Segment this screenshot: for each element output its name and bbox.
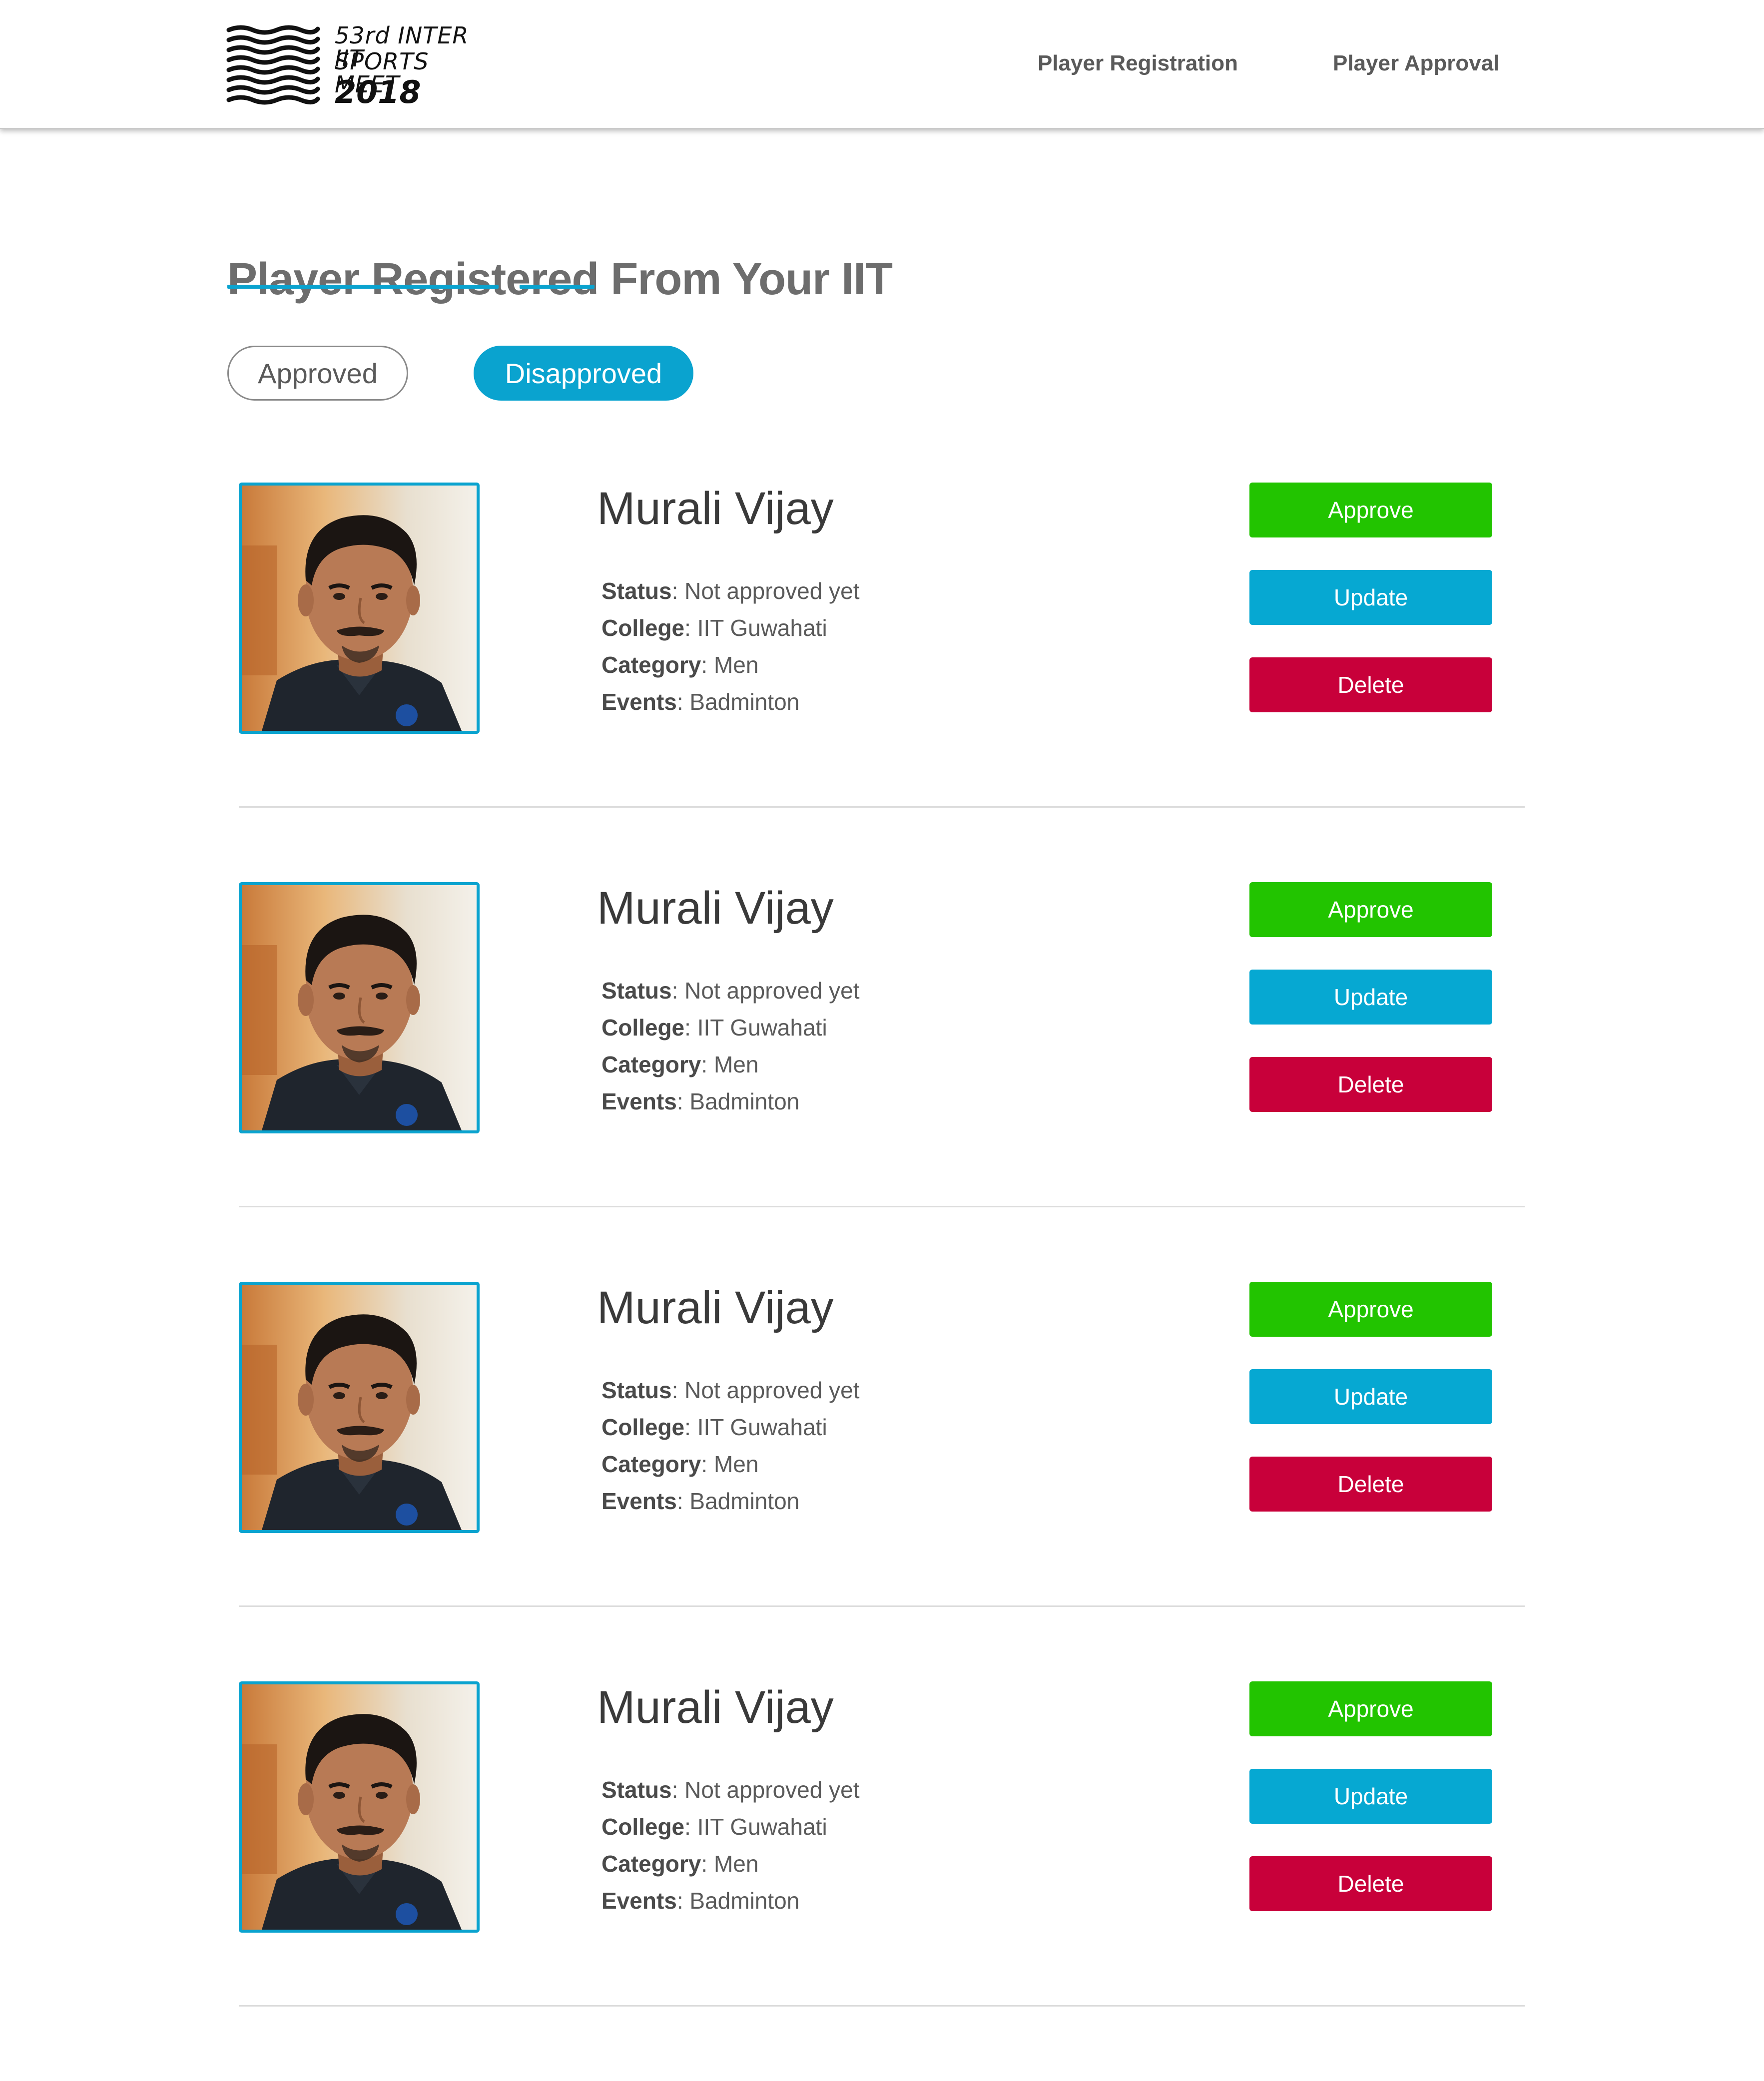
player-portrait-icon: [242, 1684, 477, 1930]
events-value: Badminton: [689, 689, 800, 715]
player-name: Murali Vijay: [597, 483, 834, 534]
player-college: College: IIT Guwahati: [601, 615, 827, 641]
card-divider: [239, 1605, 1525, 1607]
title-underline: [227, 285, 499, 289]
college-label: College: [601, 1015, 685, 1040]
player-card: Murali Vijay Status: Not approved yet Co…: [0, 1282, 1764, 1681]
player-events: Events: Badminton: [601, 1088, 800, 1114]
wave-logo-icon: [226, 25, 320, 105]
top-header: 53rd INTER IIT SPORTS MEET 2018 Player R…: [0, 0, 1764, 129]
category-value: Men: [713, 1851, 759, 1877]
events-value: Badminton: [689, 1088, 800, 1114]
college-label: College: [601, 1414, 685, 1440]
category-label: Category: [601, 1051, 701, 1077]
player-card: Murali Vijay Status: Not approved yet Co…: [0, 483, 1764, 882]
status-value: Not approved yet: [684, 578, 860, 604]
player-portrait-icon: [242, 885, 477, 1130]
approve-button[interactable]: Approve: [1249, 1282, 1492, 1337]
player-events: Events: Badminton: [601, 1888, 800, 1914]
player-college: College: IIT Guwahati: [601, 1414, 827, 1440]
player-card: Murali Vijay Status: Not approved yet Co…: [0, 1681, 1764, 2081]
status-value: Not approved yet: [684, 1377, 860, 1403]
category-value: Men: [713, 652, 759, 678]
category-value: Men: [713, 1451, 759, 1477]
update-button[interactable]: Update: [1249, 970, 1492, 1025]
status-value: Not approved yet: [684, 978, 860, 1004]
player-status: Status: Not approved yet: [601, 578, 860, 604]
player-photo: [239, 882, 480, 1133]
approve-button[interactable]: Approve: [1249, 483, 1492, 537]
events-label: Events: [601, 689, 677, 715]
card-divider: [239, 1206, 1525, 1207]
page-title: Player Registered From Your IIT: [227, 254, 893, 305]
player-category: Category: Men: [601, 652, 759, 678]
delete-button[interactable]: Delete: [1249, 1856, 1492, 1911]
events-label: Events: [601, 1488, 677, 1514]
player-card: Murali Vijay Status: Not approved yet Co…: [0, 882, 1764, 1282]
logo-text: 53rd INTER IIT SPORTS MEET 2018: [335, 24, 500, 108]
player-status: Status: Not approved yet: [601, 1777, 860, 1803]
player-portrait-icon: [242, 486, 477, 731]
college-label: College: [601, 1814, 685, 1840]
category-label: Category: [601, 652, 701, 678]
category-label: Category: [601, 1451, 701, 1477]
card-divider: [239, 806, 1525, 808]
delete-button[interactable]: Delete: [1249, 1057, 1492, 1112]
player-category: Category: Men: [601, 1851, 759, 1877]
delete-button[interactable]: Delete: [1249, 657, 1492, 712]
player-status: Status: Not approved yet: [601, 1377, 860, 1403]
player-photo: [239, 1282, 480, 1533]
nav-player-registration[interactable]: Player Registration: [1038, 51, 1238, 76]
nav-player-approval[interactable]: Player Approval: [1333, 51, 1499, 76]
status-value: Not approved yet: [684, 1777, 860, 1803]
category-value: Men: [713, 1051, 759, 1077]
player-college: College: IIT Guwahati: [601, 1814, 827, 1840]
player-status: Status: Not approved yet: [601, 978, 860, 1004]
player-name: Murali Vijay: [597, 1682, 834, 1733]
logo-line-2: SPORTS MEET: [335, 48, 429, 98]
status-label: Status: [601, 978, 672, 1004]
college-value: IIT Guwahati: [697, 1414, 827, 1440]
filter-approved-button[interactable]: Approved: [227, 346, 408, 401]
player-events: Events: Badminton: [601, 1488, 800, 1514]
college-value: IIT Guwahati: [697, 1814, 827, 1840]
approve-button[interactable]: Approve: [1249, 882, 1492, 937]
delete-button[interactable]: Delete: [1249, 1457, 1492, 1512]
events-value: Badminton: [689, 1888, 800, 1914]
logo-line-1: 53rd INTER IIT: [335, 22, 469, 72]
category-label: Category: [601, 1851, 701, 1877]
logo-line-3: 2018: [335, 74, 421, 110]
sports-meet-logo[interactable]: 53rd INTER IIT SPORTS MEET 2018: [226, 24, 496, 108]
approve-button[interactable]: Approve: [1249, 1681, 1492, 1736]
player-college: College: IIT Guwahati: [601, 1015, 827, 1040]
status-label: Status: [601, 578, 672, 604]
status-label: Status: [601, 1377, 672, 1403]
update-button[interactable]: Update: [1249, 570, 1492, 625]
player-name: Murali Vijay: [597, 883, 834, 934]
college-label: College: [601, 615, 685, 641]
filter-disapproved-button[interactable]: Disapproved: [474, 346, 693, 401]
player-photo: [239, 483, 480, 734]
player-category: Category: Men: [601, 1051, 759, 1077]
events-value: Badminton: [689, 1488, 800, 1514]
player-events: Events: Badminton: [601, 689, 800, 715]
events-label: Events: [601, 1888, 677, 1914]
player-portrait-icon: [242, 1285, 477, 1530]
player-photo: [239, 1681, 480, 1933]
card-divider: [239, 2005, 1525, 2007]
status-label: Status: [601, 1777, 672, 1803]
college-value: IIT Guwahati: [697, 1015, 827, 1040]
update-button[interactable]: Update: [1249, 1369, 1492, 1424]
title-underline-accent: [520, 285, 594, 289]
events-label: Events: [601, 1088, 677, 1114]
player-name: Murali Vijay: [597, 1282, 834, 1333]
college-value: IIT Guwahati: [697, 615, 827, 641]
player-category: Category: Men: [601, 1451, 759, 1477]
update-button[interactable]: Update: [1249, 1769, 1492, 1824]
